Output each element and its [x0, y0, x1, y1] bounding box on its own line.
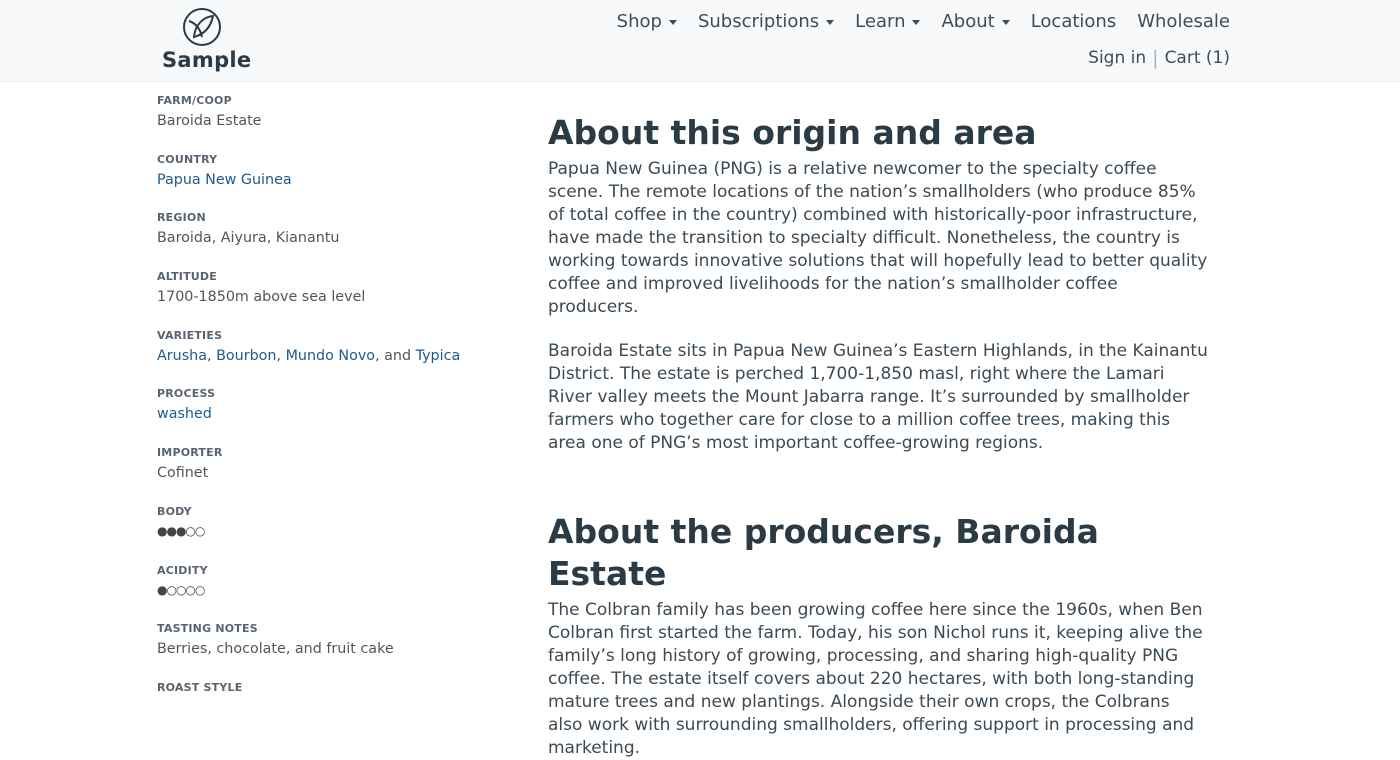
attr-label: COUNTRY — [157, 152, 218, 166]
main-content: About this origin and area Papua New Gui… — [548, 112, 1208, 760]
variety-link[interactable]: Bourbon — [216, 348, 276, 364]
nav-locations-label: Locations — [1030, 11, 1117, 32]
attr-label: PROCESS — [157, 387, 216, 401]
nav-learn[interactable]: Learn — [855, 11, 921, 32]
account-separator: | — [1152, 47, 1159, 69]
attr-value: Baroida, Aiyura, Kianantu — [157, 230, 340, 247]
nav-about[interactable]: About — [941, 11, 1010, 32]
nav-shop[interactable]: Shop — [617, 11, 677, 32]
variety-link[interactable]: Arusha — [157, 348, 207, 364]
attr-label: ACIDITY — [157, 563, 208, 577]
attr-value: 1700-1850m above sea level — [157, 289, 366, 306]
caret-down-icon — [826, 20, 835, 25]
nav-wholesale-label: Wholesale — [1137, 11, 1230, 32]
nav-shop-label: Shop — [616, 11, 662, 32]
attr-altitude: ALTITUDE 1700-1850m above sea level — [157, 270, 497, 329]
process-link[interactable]: washed — [157, 406, 212, 422]
nav-subscriptions[interactable]: Subscriptions — [697, 11, 835, 32]
attr-region: REGION Baroida, Aiyura, Kianantu — [157, 211, 497, 270]
producers-paragraph: The Colbran family has been growing coff… — [548, 600, 1203, 758]
origin-paragraph: Baroida Estate sits in Papua New Guinea’… — [548, 341, 1208, 453]
cart-link[interactable]: Cart (1) — [1165, 48, 1230, 68]
attr-label: IMPORTER — [157, 446, 223, 460]
attr-tasting-notes: TASTING NOTES Berries, chocolate, and fr… — [157, 622, 497, 681]
main-nav: Shop Subscriptions Learn About Locations… — [596, 11, 1230, 32]
varieties-list: Arusha, Bourbon, Mundo Novo, and Typica — [157, 348, 497, 365]
acidity-rating-dots: ●○○○○ — [157, 582, 205, 597]
attr-label: ALTITUDE — [157, 270, 217, 284]
attr-body: BODY ●●●○○ — [157, 505, 497, 564]
attr-label: REGION — [157, 211, 206, 225]
caret-down-icon — [912, 20, 921, 25]
country-link[interactable]: Papua New Guinea — [157, 172, 292, 188]
variety-link[interactable]: Typica — [416, 348, 461, 364]
attr-value: Baroida Estate — [157, 113, 262, 129]
attr-value: Cofinet — [157, 465, 209, 482]
coffee-details-sidebar: FARM/COOP Baroida Estate COUNTRY Papua N… — [157, 94, 497, 740]
attr-value: Berries, chocolate, and fruit cake — [157, 641, 394, 658]
origin-heading: About this origin and area — [548, 113, 1037, 152]
attr-country: COUNTRY Papua New Guinea — [157, 153, 497, 212]
logo-emblem-icon — [183, 8, 221, 46]
nav-about-label: About — [941, 11, 995, 32]
nav-subscriptions-label: Subscriptions — [697, 11, 820, 32]
nav-wholesale[interactable]: Wholesale — [1137, 11, 1230, 32]
logo-text: Sample — [162, 48, 252, 72]
attr-label: BODY — [157, 504, 192, 518]
site-header: Sample Shop Subscriptions Learn About Lo… — [0, 0, 1400, 82]
variety-separator: , — [207, 347, 217, 364]
sign-in-link[interactable]: Sign in — [1088, 48, 1146, 68]
variety-separator: , and — [375, 347, 416, 364]
attr-varieties: VARIETIES Arusha, Bourbon, Mundo Novo, a… — [157, 329, 497, 388]
attr-label: FARM/COOP — [157, 94, 232, 107]
site-logo[interactable]: Sample — [162, 7, 252, 73]
body-rating-dots: ●●●○○ — [157, 523, 205, 538]
attr-label: VARIETIES — [157, 328, 223, 342]
nav-locations[interactable]: Locations — [1031, 11, 1117, 32]
attr-roast-style: ROAST STYLE — [157, 681, 497, 740]
attr-label: ROAST STYLE — [157, 680, 243, 694]
caret-down-icon — [1001, 20, 1010, 25]
variety-link[interactable]: Mundo Novo — [286, 348, 375, 364]
attr-acidity: ACIDITY ●○○○○ — [157, 564, 497, 623]
attr-importer: IMPORTER Cofinet — [157, 446, 497, 505]
origin-paragraph: Papua New Guinea (PNG) is a relative new… — [548, 159, 1208, 317]
nav-learn-label: Learn — [855, 11, 906, 32]
producers-heading: About the producers, Baroida Estate — [548, 512, 1099, 593]
variety-separator: , — [276, 347, 286, 364]
attr-label: TASTING NOTES — [157, 622, 258, 636]
attr-process: PROCESS washed — [157, 387, 497, 446]
caret-down-icon — [668, 20, 677, 25]
account-links: Sign in | Cart (1) — [1088, 47, 1230, 69]
attr-farm: FARM/COOP Baroida Estate — [157, 94, 497, 153]
